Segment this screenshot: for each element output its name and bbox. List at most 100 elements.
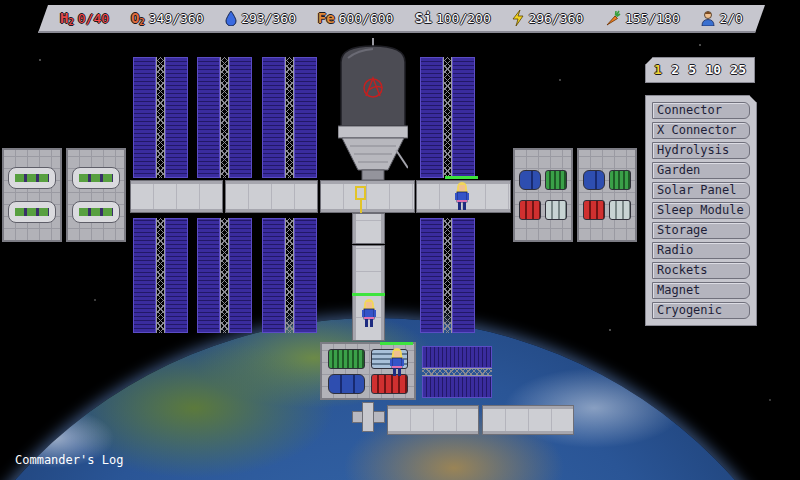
food-crate bbox=[328, 349, 365, 369]
oxygen-tank bbox=[371, 374, 408, 394]
build-menu-button[interactable]: Cryogenic bbox=[652, 302, 750, 319]
resource-item: Si 100/200 bbox=[415, 11, 491, 25]
resource-symbol: O2 bbox=[131, 11, 145, 25]
metal-crate bbox=[545, 200, 567, 220]
garden-module bbox=[66, 148, 126, 242]
resource-symbol: Si bbox=[415, 11, 432, 25]
hatch-door bbox=[355, 186, 366, 200]
solar-strip bbox=[294, 218, 317, 333]
solar-v-module bbox=[197, 218, 252, 333]
build-menu-button[interactable]: X Connector bbox=[652, 122, 750, 139]
resource-symbol: H2 bbox=[60, 11, 74, 25]
solar-strip bbox=[229, 57, 252, 178]
garden-module bbox=[2, 148, 62, 242]
build-menu-button[interactable]: Storage bbox=[652, 222, 750, 239]
bolt-icon bbox=[512, 10, 524, 26]
build-menu-button[interactable]: Sleep Module bbox=[652, 202, 750, 219]
solar-v-module bbox=[420, 57, 475, 178]
solar-strip bbox=[165, 57, 188, 178]
truss bbox=[443, 57, 452, 178]
speed-option[interactable]: 25 bbox=[730, 60, 746, 80]
resource-symbol-subscript: 2 bbox=[68, 17, 73, 27]
health-fill bbox=[352, 293, 385, 296]
build-menu-button[interactable]: Hydrolysis bbox=[652, 142, 750, 159]
resource-value: 293/360 bbox=[241, 12, 296, 25]
connector-h-module bbox=[482, 405, 574, 435]
build-menu-button[interactable]: Rockets bbox=[652, 262, 750, 279]
carrot-icon bbox=[605, 10, 621, 26]
solar-v-module bbox=[262, 218, 317, 333]
build-menu-button[interactable]: Radio bbox=[652, 242, 750, 259]
resource-item: H20/40 bbox=[60, 11, 109, 25]
solar-strip bbox=[262, 218, 285, 333]
resource-symbol: Fe bbox=[318, 11, 335, 25]
resource-value: 2/0 bbox=[719, 12, 742, 25]
build-menu-button[interactable]: Connector bbox=[652, 102, 750, 119]
health-bar bbox=[445, 176, 478, 179]
speed-option[interactable]: 10 bbox=[705, 60, 721, 80]
truss bbox=[156, 57, 165, 178]
speed-option[interactable]: 1 bbox=[654, 60, 662, 80]
solar-strip bbox=[420, 57, 443, 178]
resource-symbol-label: Fe bbox=[318, 10, 335, 26]
solar-strip bbox=[133, 218, 156, 333]
solar-strip bbox=[133, 57, 156, 178]
truss bbox=[156, 218, 165, 333]
plant-bed bbox=[8, 167, 56, 189]
resource-item: 293/360 bbox=[225, 10, 296, 26]
health-fill bbox=[380, 342, 413, 345]
speed-option[interactable]: 2 bbox=[671, 60, 679, 80]
truss bbox=[220, 218, 229, 333]
commanders-log-button[interactable]: Commander's Log bbox=[15, 451, 123, 469]
astronaut-icon bbox=[388, 347, 406, 377]
plant-bed bbox=[72, 201, 120, 223]
resource-bar: H20/40 O2 349/360 293/360 Fe 600/600 Si 100/200… bbox=[38, 5, 765, 33]
truss bbox=[285, 218, 294, 333]
speed-selector: 1251025 bbox=[645, 57, 755, 83]
resource-item: O2 349/360 bbox=[131, 11, 204, 25]
hub-module bbox=[320, 180, 415, 213]
build-menu-button[interactable]: Solar Panel bbox=[652, 182, 750, 199]
solar-strip bbox=[452, 218, 475, 333]
astronaut-icon bbox=[453, 181, 471, 211]
connector-h-module bbox=[225, 180, 318, 213]
water-tank bbox=[328, 374, 365, 394]
solar-strip bbox=[197, 218, 220, 333]
resource-value: 296/360 bbox=[528, 12, 583, 25]
storage-module bbox=[513, 148, 573, 242]
connector-h-module bbox=[387, 405, 479, 435]
game-view: H20/40 O2 349/360 293/360 Fe 600/600 Si 100/200… bbox=[0, 0, 800, 480]
build-menu-button[interactable]: Magnet bbox=[652, 282, 750, 299]
plant-bed bbox=[8, 201, 56, 223]
solar-strip bbox=[165, 218, 188, 333]
resource-value: 349/360 bbox=[149, 12, 204, 25]
storage-module bbox=[577, 148, 637, 242]
build-menu-button[interactable]: Garden bbox=[652, 162, 750, 179]
solar-strip bbox=[197, 57, 220, 178]
oxygen-tank bbox=[519, 200, 541, 220]
resource-item: 155/180 bbox=[605, 10, 680, 26]
solar-v-module bbox=[133, 218, 188, 333]
resource-value: 100/200 bbox=[436, 12, 491, 25]
solar-strip bbox=[452, 57, 475, 178]
truss bbox=[220, 57, 229, 178]
food-crate bbox=[545, 170, 567, 190]
crew-member bbox=[352, 293, 385, 328]
resource-value: 600/600 bbox=[339, 12, 394, 25]
solar-strip bbox=[422, 376, 492, 398]
solar-h-module bbox=[422, 346, 492, 398]
truss bbox=[285, 57, 294, 178]
health-bar bbox=[352, 293, 385, 296]
resource-item: 296/360 bbox=[512, 10, 583, 26]
mixed-module bbox=[320, 342, 416, 400]
water-tank bbox=[519, 170, 541, 190]
resource-symbol-subscript: 2 bbox=[139, 17, 144, 27]
solar-strip bbox=[229, 218, 252, 333]
rocket-module bbox=[338, 38, 408, 180]
truss bbox=[443, 218, 452, 333]
solar-v-module bbox=[262, 57, 317, 178]
connector-v-module bbox=[352, 213, 385, 244]
metal-crate bbox=[609, 200, 631, 220]
crew-member bbox=[380, 342, 413, 377]
speed-option[interactable]: 5 bbox=[688, 60, 696, 80]
